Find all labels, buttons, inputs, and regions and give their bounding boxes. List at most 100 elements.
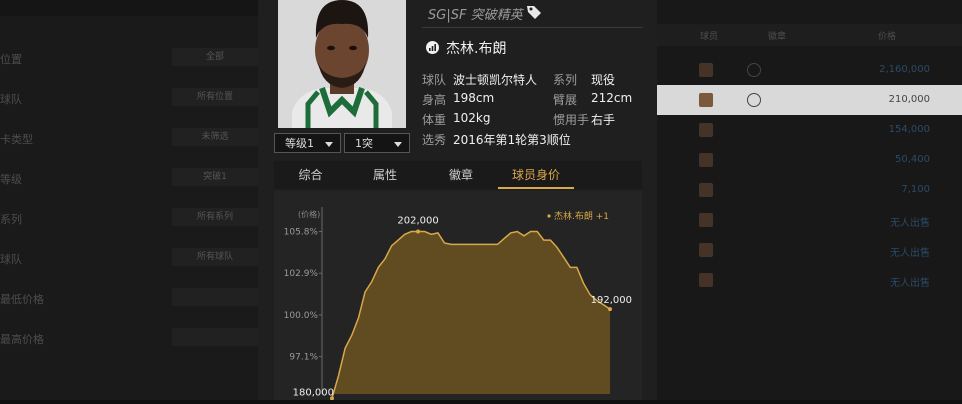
price-annotation: 202,000 <box>397 215 438 226</box>
background-filter-value: 所有球队 <box>172 248 258 266</box>
header-price: 价格 <box>878 32 897 42</box>
background-list-price: 无人出售 <box>890 248 930 259</box>
info-value-wingspan: 212cm <box>591 91 633 105</box>
y-tick-label: 102.9% <box>284 269 319 279</box>
background-filter-row: 卡类型 未筛选 <box>0 125 258 153</box>
info-label-series: 系列 <box>553 73 578 87</box>
background-filter-label: 卡类型 <box>0 133 33 146</box>
background-filter-value <box>172 288 258 306</box>
legend-marker <box>547 214 551 218</box>
background-filter-value: 所有位置 <box>172 88 258 106</box>
background-list-price: 无人出售 <box>890 218 930 229</box>
background-list-price: 154,000 <box>888 124 930 135</box>
level-select-value: 等级1 <box>285 137 314 150</box>
player-detail-panel: 等级1 1突 SG|SF 突破精英 杰林.布朗 球队 波士顿凯尔特人 系列 现役… <box>258 0 657 401</box>
background-filter-label: 最高价格 <box>0 333 44 346</box>
info-label-draft: 选秀 <box>422 133 447 147</box>
background-filter-row: 球队 所有球队 <box>0 245 258 273</box>
header-badge: 徽章 <box>768 32 787 42</box>
tab-player-value[interactable]: 球员身价 <box>498 161 574 189</box>
chevron-down-icon <box>394 142 402 147</box>
background-list-row: 2,160,000 <box>657 55 962 85</box>
background-filter-label: 等级 <box>0 173 22 186</box>
background-filter-label: 最低价格 <box>0 293 44 306</box>
info-value-draft: 2016年第1轮第3顺位 <box>453 133 571 147</box>
background-filter-row: 最低价格 <box>0 285 258 313</box>
background-filter-row: 球队 所有位置 <box>0 85 258 113</box>
background-list-row: 无人出售 <box>657 265 962 295</box>
background-filter-value <box>172 328 258 346</box>
price-point-marker <box>608 307 612 312</box>
y-tick-label: 105.8% <box>284 227 319 237</box>
info-value-height: 198cm <box>453 91 495 105</box>
card-thumbnail-icon <box>699 273 713 287</box>
info-label-weight: 体重 <box>422 113 447 127</box>
background-list-row: 无人出售 <box>657 235 962 265</box>
price-annotation: 180,000 <box>293 387 334 398</box>
card-thumbnail-icon <box>699 183 713 197</box>
y-axis-label: (价格) <box>298 209 320 219</box>
tab-attributes[interactable]: 属性 <box>347 161 423 189</box>
info-label-hand: 惯用手 <box>553 113 590 127</box>
info-label-team: 球队 <box>422 73 447 87</box>
background-list-row: 无人出售 <box>657 205 962 235</box>
info-label-wingspan: 臂展 <box>553 93 578 107</box>
price-area <box>332 231 610 399</box>
background-filter-label: 球队 <box>0 253 22 266</box>
background-filter-label: 位置 <box>0 53 22 66</box>
y-tick-label: 97.1% <box>289 353 318 363</box>
tab-overview[interactable]: 综合 <box>274 161 347 189</box>
card-thumbnail-icon <box>699 93 713 107</box>
detail-tab-bar: 综合 属性 徽章 球员身价 <box>274 161 642 189</box>
tab-badges[interactable]: 徽章 <box>423 161 499 189</box>
card-thumbnail-icon <box>699 153 713 167</box>
badge-icon <box>747 63 761 77</box>
player-portrait <box>278 0 406 128</box>
background-filter-value: 全部 <box>172 48 258 66</box>
breakthrough-select-value: 1突 <box>355 137 373 150</box>
player-name: 杰林.布朗 <box>446 41 507 57</box>
info-value-weight: 102kg <box>453 111 491 125</box>
price-chart-canvas: (价格) 105.8% 102.9% 100.0% 97.1% 202,000 192,00… <box>284 207 632 401</box>
background-filter-label: 球队 <box>0 93 22 106</box>
info-label-height: 身高 <box>422 93 447 107</box>
price-point-marker <box>416 229 421 234</box>
card-thumbnail-icon <box>699 213 713 227</box>
card-thumbnail-icon <box>699 243 713 257</box>
header-player: 球员 <box>700 32 719 42</box>
background-filter-value: 突破1 <box>172 168 258 186</box>
background-list-price: 2,160,000 <box>879 64 930 75</box>
chevron-down-icon <box>325 142 333 147</box>
background-list-price: 210,000 <box>888 94 930 105</box>
tag-icon <box>527 6 541 19</box>
legend-label: 杰林.布朗 +1 <box>554 210 609 222</box>
price-chart: (价格) 105.8% 102.9% 100.0% 97.1% 202,000 192,00… <box>274 191 642 401</box>
card-thumbnail-icon <box>699 123 713 137</box>
info-value-team: 波士顿凯尔特人 <box>453 73 538 87</box>
info-value-hand: 右手 <box>591 113 616 127</box>
background-list-row: 210,000 <box>657 85 962 115</box>
background-filter-row: 最高价格 <box>0 325 258 353</box>
background-list-row: 154,000 <box>657 115 962 145</box>
breakthrough-select[interactable]: 1突 <box>344 133 410 153</box>
background-list-price: 50,400 <box>895 154 930 165</box>
background-list-price: 7,100 <box>901 184 930 195</box>
background-list-row: 7,100 <box>657 175 962 205</box>
background-filter-value: 所有系列 <box>172 208 258 226</box>
price-annotation: 192,000 <box>591 295 632 306</box>
y-tick-label: 100.0% <box>284 311 319 321</box>
info-value-series: 现役 <box>591 73 616 87</box>
badge-icon <box>747 93 761 107</box>
level-select[interactable]: 等级1 <box>274 133 341 153</box>
background-list-price: 无人出售 <box>890 278 930 289</box>
background-filter-row: 位置 全部 <box>0 45 258 73</box>
background-filter-value: 未筛选 <box>172 128 258 146</box>
background-filter-row: 系列 所有系列 <box>0 205 258 233</box>
signal-icon <box>426 41 439 54</box>
background-tab-bar <box>0 0 258 16</box>
background-list-row: 50,400 <box>657 145 962 175</box>
divider <box>422 27 643 28</box>
card-thumbnail-icon <box>699 63 713 77</box>
background-filter-label: 系列 <box>0 213 22 226</box>
player-position: SG|SF 突破精英 <box>428 8 523 23</box>
